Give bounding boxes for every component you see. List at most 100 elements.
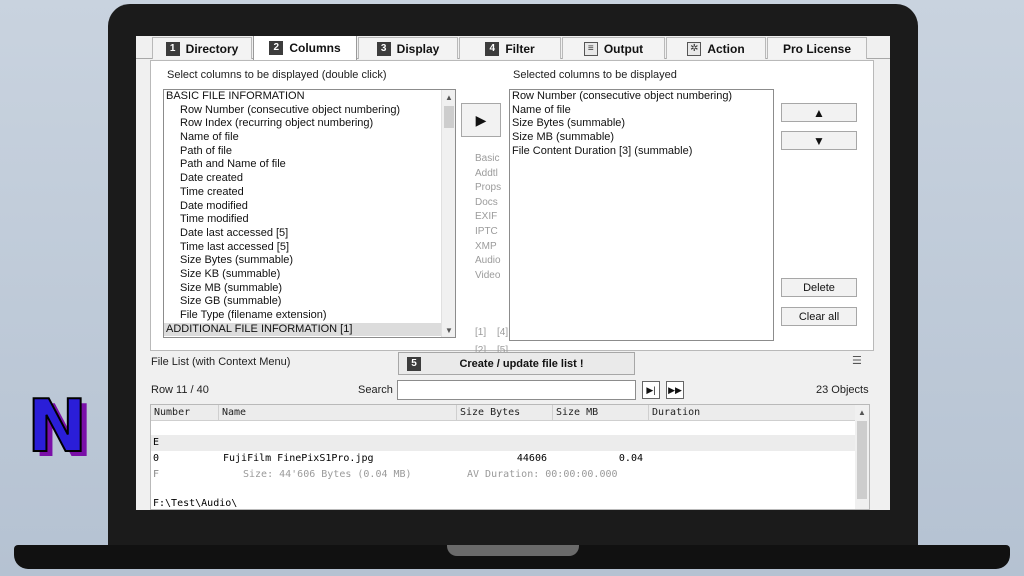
step-number-badge: 5	[407, 356, 421, 371]
tab-output[interactable]: ≡ Output	[562, 37, 665, 59]
category-link[interactable]: EXIF	[475, 211, 497, 222]
list-item[interactable]: Name of file	[164, 131, 455, 145]
list-item[interactable]: Name of file	[510, 104, 773, 118]
list-item[interactable]: Size Bytes (summable)	[510, 117, 773, 131]
category-link[interactable]: Props	[475, 182, 501, 193]
list-item[interactable]: Size GB (summable)	[164, 295, 455, 309]
n-logo: N N	[26, 383, 93, 473]
list-item[interactable]: Size MB (summable)	[510, 131, 773, 145]
list-item[interactable]: Time modified	[164, 213, 455, 227]
tab-directory[interactable]: 1 Directory	[152, 37, 252, 59]
header-size-mb[interactable]: Size MB	[553, 405, 649, 421]
tab-action[interactable]: ✲ Action	[666, 37, 766, 59]
laptop-hinge-notch	[447, 545, 579, 556]
tab-label: Pro License	[782, 41, 852, 56]
category-link[interactable]: Docs	[475, 197, 498, 208]
tab-pro-license[interactable]: Pro License	[767, 37, 867, 59]
list-item[interactable]: Time created	[164, 186, 455, 200]
file-list-label: File List (with Context Menu)	[151, 356, 291, 368]
list-item[interactable]: File Type (filename extension)	[164, 309, 455, 323]
chevron-up-icon[interactable]: ▲	[442, 90, 455, 104]
tab-display[interactable]: 3 Display	[358, 37, 458, 59]
clear-all-button[interactable]: Clear all	[781, 307, 857, 326]
row-indicator: Row 11 / 40	[151, 384, 209, 396]
list-item[interactable]: Path and Name of file	[164, 158, 455, 172]
list-item[interactable]: Date last accessed [5]	[164, 227, 455, 241]
header-name[interactable]: Name	[219, 405, 457, 421]
document-icon: ≡	[583, 41, 598, 56]
tab-label: Output	[603, 41, 644, 56]
row-detail-size: Size: 44'606 Bytes (0.04 MB)	[243, 469, 412, 480]
tab-number-badge: 1	[165, 41, 180, 56]
list-item[interactable]: Path of file	[164, 145, 455, 159]
chevron-up-icon[interactable]: ▲	[855, 405, 869, 419]
tab-number-badge: 4	[485, 41, 500, 56]
chevron-down-icon[interactable]: ▼	[442, 323, 455, 337]
logo-letter: N	[27, 396, 87, 458]
tab-bar: 1 Directory 2 Columns 3 Display 4 Filter…	[136, 36, 890, 60]
category-link[interactable]: Video	[475, 270, 500, 281]
tab-label: Filter	[505, 41, 535, 56]
list-item[interactable]: Time last accessed [5]	[164, 241, 455, 255]
grid-scrollbar[interactable]: ▲	[855, 405, 869, 509]
tab-filter[interactable]: 4 Filter	[459, 37, 561, 59]
available-columns-label: Select columns to be displayed (double c…	[167, 69, 387, 81]
row-fragment: E	[153, 437, 160, 448]
move-up-button[interactable]: ▲	[781, 103, 857, 122]
fast-forward-icon[interactable]: ▶▶	[666, 381, 684, 399]
list-item[interactable]: Row Number (consecutive object numbering…	[510, 90, 773, 104]
search-input[interactable]	[397, 380, 636, 400]
selected-columns-label: Selected columns to be displayed	[513, 69, 677, 81]
list-item[interactable]: Date created	[164, 172, 455, 186]
file-list-grid[interactable]: Number Name Size Bytes Size MB Duration …	[150, 404, 870, 510]
list-item[interactable]: Size KB (summable)	[164, 268, 455, 282]
available-columns-list[interactable]: BASIC FILE INFORMATION Row Number (consec…	[163, 89, 456, 338]
header-size-bytes[interactable]: Size Bytes	[457, 405, 553, 421]
category-link[interactable]: Addtl	[475, 168, 498, 179]
available-columns-items: BASIC FILE INFORMATION Row Number (consec…	[164, 90, 455, 337]
list-item[interactable]: Row Number (consecutive object numbering…	[164, 104, 455, 118]
columns-panel: Select columns to be displayed (double c…	[150, 60, 874, 373]
grid-header: Number Name Size Bytes Size MB Duration	[151, 405, 857, 421]
gear-icon: ✲	[687, 41, 702, 56]
list-item[interactable]: BASIC FILE INFORMATION	[164, 90, 455, 104]
add-column-button[interactable]: ▶	[461, 103, 501, 137]
create-file-list-label: Create / update file list !	[459, 357, 584, 370]
create-file-list-button[interactable]: 5 Create / update file list !	[398, 352, 635, 375]
row-detail-duration: AV Duration: 00:00:00.000	[467, 469, 618, 480]
tab-label: Columns	[289, 40, 341, 55]
search-label: Search	[358, 384, 393, 396]
row-fragment: 0	[153, 453, 160, 464]
list-item[interactable]: File Content Duration [3] (summable)	[510, 145, 773, 159]
tab-columns[interactable]: 2 Columns	[253, 36, 357, 60]
category-link[interactable]: Basic	[475, 153, 499, 164]
row-size-mb: 0.04	[618, 453, 643, 464]
list-item[interactable]: Row Index (recurring object numbering)	[164, 117, 455, 131]
available-columns-scrollbar[interactable]: ▲ ▼	[441, 90, 455, 337]
footnote-link[interactable]: [1]	[475, 327, 486, 338]
group-header-row[interactable]	[151, 435, 857, 451]
header-duration[interactable]: Duration	[649, 405, 857, 421]
list-item[interactable]: ADDITIONAL FILE INFORMATION [1]	[164, 322, 455, 337]
category-link[interactable]: Audio	[475, 255, 501, 266]
category-link[interactable]: XMP	[475, 241, 497, 252]
search-next-icon[interactable]: ▶|	[642, 381, 660, 399]
app-window: 1 Directory 2 Columns 3 Display 4 Filter…	[136, 36, 890, 510]
scrollbar-thumb[interactable]	[444, 106, 454, 128]
path-row[interactable]: F:\Test\Audio\	[153, 498, 237, 509]
scrollbar-thumb[interactable]	[857, 421, 867, 499]
object-count: 23 Objects	[816, 384, 869, 396]
selected-columns-list[interactable]: Row Number (consecutive object numbering…	[509, 89, 774, 341]
list-item[interactable]: Size Bytes (summable)	[164, 254, 455, 268]
tab-number-badge: 2	[269, 40, 284, 55]
category-link[interactable]: IPTC	[475, 226, 498, 237]
list-item[interactable]: Date modified	[164, 200, 455, 214]
tab-number-badge: 3	[376, 41, 391, 56]
tab-label: Action	[707, 41, 745, 56]
list-settings-icon[interactable]: ☰	[852, 354, 866, 368]
footnote-link[interactable]: [4]	[497, 327, 508, 338]
delete-button[interactable]: Delete	[781, 278, 857, 297]
header-number[interactable]: Number	[151, 405, 219, 421]
list-item[interactable]: Size MB (summable)	[164, 282, 455, 296]
move-down-button[interactable]: ▼	[781, 131, 857, 150]
